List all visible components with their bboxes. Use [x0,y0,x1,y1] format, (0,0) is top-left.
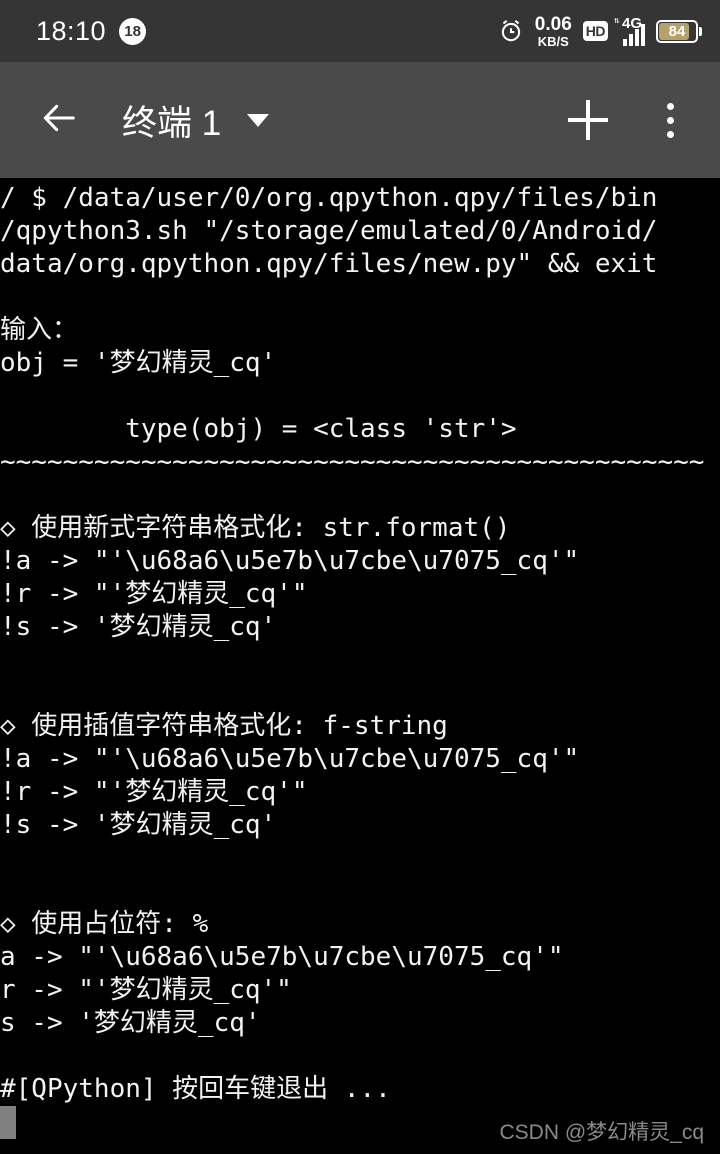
terminal-line: ◇ 使用占位符: % [0,909,209,939]
terminal-line: s -> '梦幻精灵_cq' [0,1008,261,1038]
chevron-down-icon[interactable] [247,113,270,127]
terminal-line: #[QPython] 按回车键退出 ... [0,1074,391,1104]
terminal-line: 输入： [0,315,79,345]
terminal-cursor [0,1106,16,1139]
signal-strength-icon: ⇅ 4G [614,15,645,46]
terminal-title: 终端 1 [122,103,222,143]
network-speed-value: 0.06 [534,13,572,35]
terminal-line: data/org.qpython.qpy/files/new.py" && ex… [0,249,658,279]
terminal-line: ◇ 使用新式字符串格式化: str.format() [0,513,511,543]
terminal-line: r -> "'梦幻精灵_cq'" [0,975,292,1005]
plus-icon [568,100,608,140]
more-vertical-icon-dot-1 [666,102,674,110]
terminal-view[interactable]: / $ /data/user/0/org.qpython.qpy/files/b… [0,178,720,1154]
network-speed-indicator: 0.06 KB/S [535,15,572,48]
notification-count-badge: 18 [119,17,147,45]
terminal-line: !s -> '梦幻精灵_cq' [0,810,277,840]
status-bar: 18:10 18 0.06 KB/S HD ⇅ 4G 84 [0,0,720,62]
terminal-line: type(obj) = <class 'str'> [0,414,517,444]
terminal-line: obj = '梦幻精灵_cq' [0,348,277,378]
network-type-label: 4G [622,15,643,32]
terminal-line: !a -> "'\u68a6\u5e7b\u7cbe\u7075_cq'" [0,744,580,774]
terminal-line: /qpython3.sh "/storage/emulated/0/Androi… [0,216,658,246]
terminal-line: !r -> "'梦幻精灵_cq'" [0,777,308,807]
terminal-line: !s -> '梦幻精灵_cq' [0,612,277,642]
terminal-output: / $ /data/user/0/org.qpython.qpy/files/b… [0,178,720,1106]
terminal-line: ~~~~~~~~~~~~~~~~~~~~~~~~~~~~~~~~~~~~~~~~… [0,447,705,477]
status-bar-right: 0.06 KB/S HD ⇅ 4G 84 [498,15,702,48]
more-options-button[interactable] [642,92,698,148]
terminal-line: a -> "'\u68a6\u5e7b\u7cbe\u7075_cq'" [0,942,564,972]
battery-percent-label: 84 [668,22,686,40]
more-vertical-icon-dot-3 [666,130,674,138]
back-button[interactable] [34,94,86,146]
hd-icon: HD [582,21,608,41]
alarm-clock-icon [498,18,524,44]
app-bar: 终端 1 [0,62,720,178]
battery-icon: 84 [656,19,702,43]
watermark: CSDN @梦幻精灵_cq [499,1121,704,1144]
battery-body: 84 [656,19,698,43]
back-arrow-icon [37,98,83,142]
terminal-line: ◇ 使用插值字符串格式化: f-string [0,711,448,741]
network-speed-unit: KB/S [537,33,569,49]
battery-cap [699,26,702,36]
status-clock: 18:10 [36,15,107,46]
terminal-line: / $ /data/user/0/org.qpython.qpy/files/b… [0,183,658,213]
more-vertical-icon-dot-2 [666,116,674,124]
data-transfer-arrows-icon: ⇅ [614,16,620,26]
terminal-line: !a -> "'\u68a6\u5e7b\u7cbe\u7075_cq'" [0,546,580,576]
terminal-line: !r -> "'梦幻精灵_cq'" [0,579,308,609]
add-terminal-button[interactable] [560,92,616,148]
status-bar-left: 18:10 18 [36,15,147,47]
